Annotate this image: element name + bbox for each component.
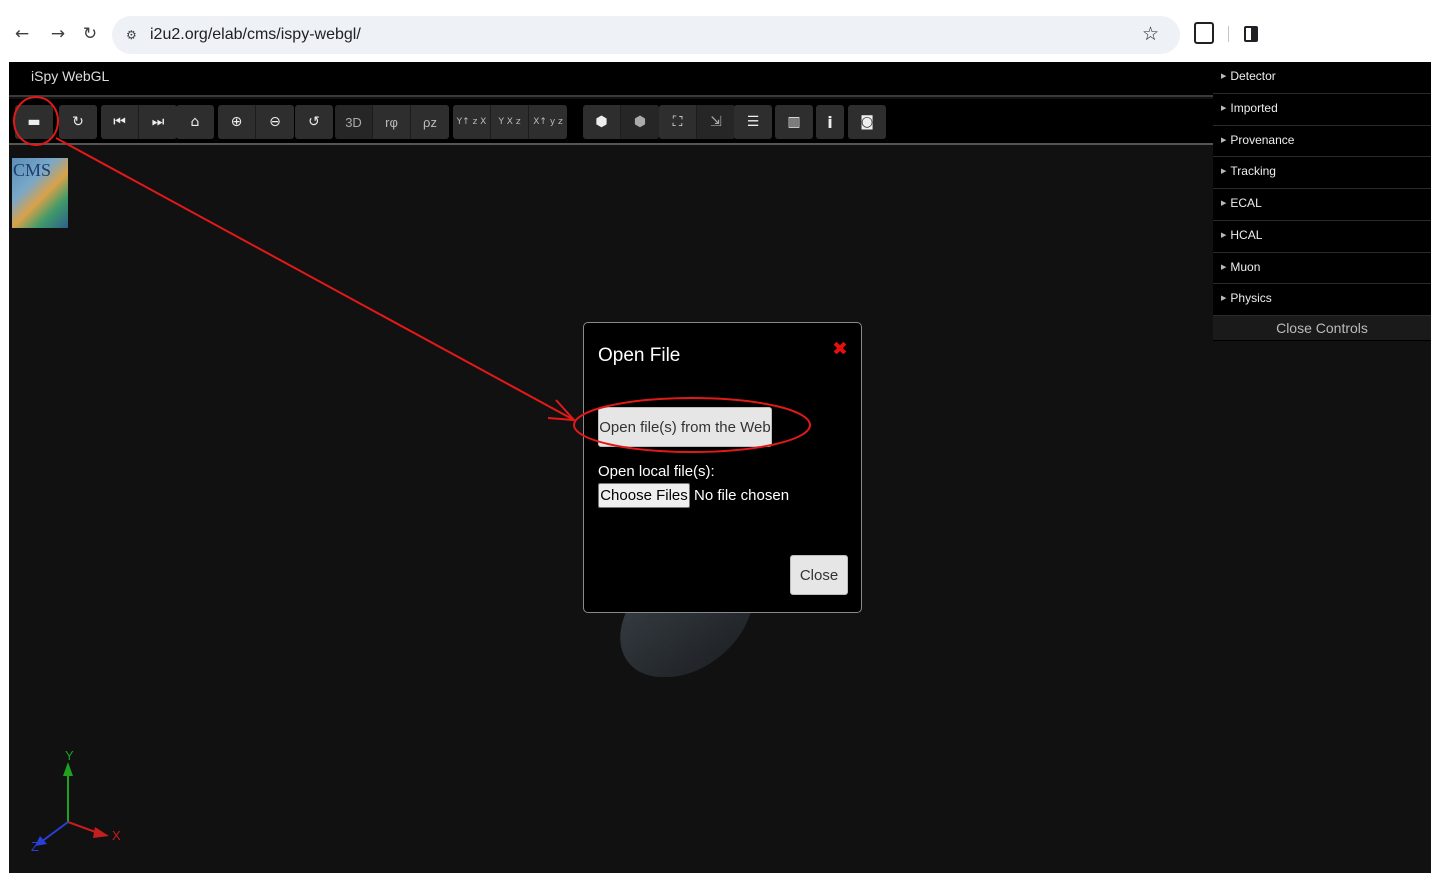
y-axis-arrow [63, 762, 73, 776]
dialog-title: Open File [598, 345, 681, 366]
expand-triangle-icon: ▶ [1221, 104, 1227, 112]
choose-files-button[interactable]: Choose Files [598, 483, 690, 508]
event-nav-group: ⏮ ⏭ [101, 105, 177, 139]
expand-triangle-icon: ▶ [1221, 136, 1227, 144]
extensions-icon[interactable] [1194, 22, 1214, 44]
toolbar-divider [1228, 26, 1229, 42]
z-axis-line [40, 821, 69, 843]
view-mode-group: 3D rφ ρz [335, 105, 449, 139]
view-rphi-button[interactable]: rφ [373, 105, 411, 139]
axes-yx-button[interactable]: Y↑ z X [453, 105, 491, 139]
controls-item-label: Tracking [1230, 164, 1276, 179]
back-arrow-icon[interactable]: ← [10, 22, 34, 46]
exit-fullscreen-icon[interactable]: ⇲ [697, 105, 735, 139]
x-axis-label: X [112, 828, 121, 843]
zoom-out-button[interactable]: ⊖ [256, 105, 294, 139]
open-group: ▬ [15, 105, 53, 139]
expand-triangle-icon: ▶ [1221, 295, 1227, 303]
controls-item-label: Detector [1230, 69, 1276, 83]
side-panel-icon[interactable] [1244, 26, 1258, 42]
camera-group: ◙ [848, 105, 886, 139]
open-file-dialog: Open File ✖ Open file(s) from the Web Op… [583, 322, 862, 613]
controls-item-provenance[interactable]: ▶ Provenance [1213, 126, 1431, 158]
fullscreen-group: ⛶ ⇲ [659, 105, 735, 139]
orthographic-cube-icon[interactable]: ⬢ [621, 105, 659, 139]
controls-item-ecal[interactable]: ▶ ECAL [1213, 189, 1431, 221]
app-title-bar: iSpy WebGL [9, 62, 1213, 97]
axes-indicator: Y X Z [31, 748, 121, 852]
home-button[interactable]: ⌂ [176, 105, 214, 139]
info-group: i [816, 105, 844, 139]
expand-triangle-icon: ▶ [1221, 263, 1227, 271]
cms-logo-text: CMS [13, 160, 52, 180]
site-info-icon[interactable]: ⚙ [126, 27, 142, 43]
dialog-close-button[interactable]: Close [790, 555, 848, 595]
home-group: ⌂ [176, 105, 214, 139]
close-x-icon[interactable]: ✖ [832, 338, 848, 360]
chart-group: ▥ [775, 105, 813, 139]
reload-icon[interactable]: ↻ [78, 22, 102, 46]
chart-icon[interactable]: ▥ [775, 105, 813, 139]
cms-logo: CMS [12, 158, 68, 228]
perspective-cube-icon[interactable]: ⬢ [583, 105, 621, 139]
controls-item-label: Physics [1230, 291, 1272, 306]
open-file-button[interactable]: ▬ [15, 105, 53, 139]
expand-triangle-icon: ▶ [1221, 73, 1227, 80]
detector-shape [602, 607, 753, 677]
zoom-group: ⊕ ⊖ [218, 105, 294, 139]
url-text[interactable]: i2u2.org/elab/cms/ispy-webgl/ [150, 26, 361, 44]
address-bar[interactable]: ⚙ i2u2.org/elab/cms/ispy-webgl/ ☆ [112, 16, 1180, 54]
close-controls-button[interactable]: Close Controls [1213, 316, 1431, 340]
controls-list: ▶ Detector ▶ Imported ▶ Provenance ▶ Tracking ▶ E… [1213, 62, 1431, 316]
camera-icon[interactable]: ◙ [848, 105, 886, 139]
no-file-chosen-text: No file chosen [694, 487, 790, 504]
axes-view-group: Y↑ z X Y X z X↑ y z [453, 105, 567, 139]
axes-xz-button[interactable]: X↑ y z [529, 105, 567, 139]
view-3d-button[interactable]: 3D [335, 105, 373, 139]
controls-item-label: HCAL [1230, 227, 1263, 242]
bookmark-star-icon[interactable]: ☆ [1142, 23, 1159, 45]
local-files-label: Open local file(s): [598, 463, 715, 480]
info-icon[interactable]: i [816, 105, 844, 139]
controls-item-detector[interactable]: ▶ Detector [1213, 62, 1431, 94]
fullscreen-icon[interactable]: ⛶ [659, 105, 697, 139]
view-rhoz-button[interactable]: ρz [411, 105, 449, 139]
controls-item-label: ECAL [1230, 196, 1262, 210]
controls-item-hcal[interactable]: ▶ HCAL [1213, 221, 1431, 253]
app-title: iSpy WebGL [31, 68, 110, 84]
controls-item-label: Muon [1230, 259, 1261, 274]
browser-toolbar: ← → ↻ ⚙ i2u2.org/elab/cms/ispy-webgl/ ☆ [0, 0, 1437, 62]
prev-event-button[interactable]: ⏮ [101, 105, 139, 139]
expand-triangle-icon: ▶ [1221, 168, 1227, 176]
z-axis-label: Z [31, 839, 39, 852]
zoom-in-button[interactable]: ⊕ [218, 105, 256, 139]
reload-group: ↻ [59, 105, 97, 139]
controls-group: ☰ [734, 105, 772, 139]
axes-yz-button[interactable]: Y X z [491, 105, 529, 139]
controls-panel: ▶ Detector ▶ Imported ▶ Provenance ▶ Tracking ▶ E… [1213, 62, 1431, 341]
controls-item-label: Imported [1230, 100, 1278, 115]
controls-item-imported[interactable]: ▶ Imported [1213, 94, 1431, 126]
y-axis-label: Y [65, 748, 74, 763]
controls-item-muon[interactable]: ▶ Muon [1213, 253, 1431, 285]
app-toolbar: ▬ ↻ ⏮ ⏭ ⌂ ⊕ ⊖ ↺ 3D rφ ρz Y↑ z X Y X z X↑… [9, 99, 1213, 145]
next-event-button[interactable]: ⏭ [139, 105, 177, 139]
x-axis-arrow [93, 827, 109, 838]
reset-view-button[interactable]: ↺ [295, 105, 333, 139]
ispy-app: iSpy WebGL ▬ ↻ ⏮ ⏭ ⌂ ⊕ ⊖ ↺ 3D rφ ρz Y↑ z… [9, 62, 1431, 873]
controls-item-physics[interactable]: ▶ Physics [1213, 284, 1431, 316]
open-web-files-button[interactable]: Open file(s) from the Web [598, 407, 772, 447]
forward-arrow-icon[interactable]: → [46, 22, 70, 46]
reset-group: ↺ [295, 105, 333, 139]
reload-event-button[interactable]: ↻ [59, 105, 97, 139]
projection-group: ⬢ ⬢ [583, 105, 659, 139]
expand-triangle-icon: ▶ [1221, 200, 1227, 207]
expand-triangle-icon: ▶ [1221, 231, 1227, 239]
controls-sliders-icon[interactable]: ☰ [734, 105, 772, 139]
controls-item-tracking[interactable]: ▶ Tracking [1213, 157, 1431, 189]
controls-item-label: Provenance [1230, 132, 1295, 147]
